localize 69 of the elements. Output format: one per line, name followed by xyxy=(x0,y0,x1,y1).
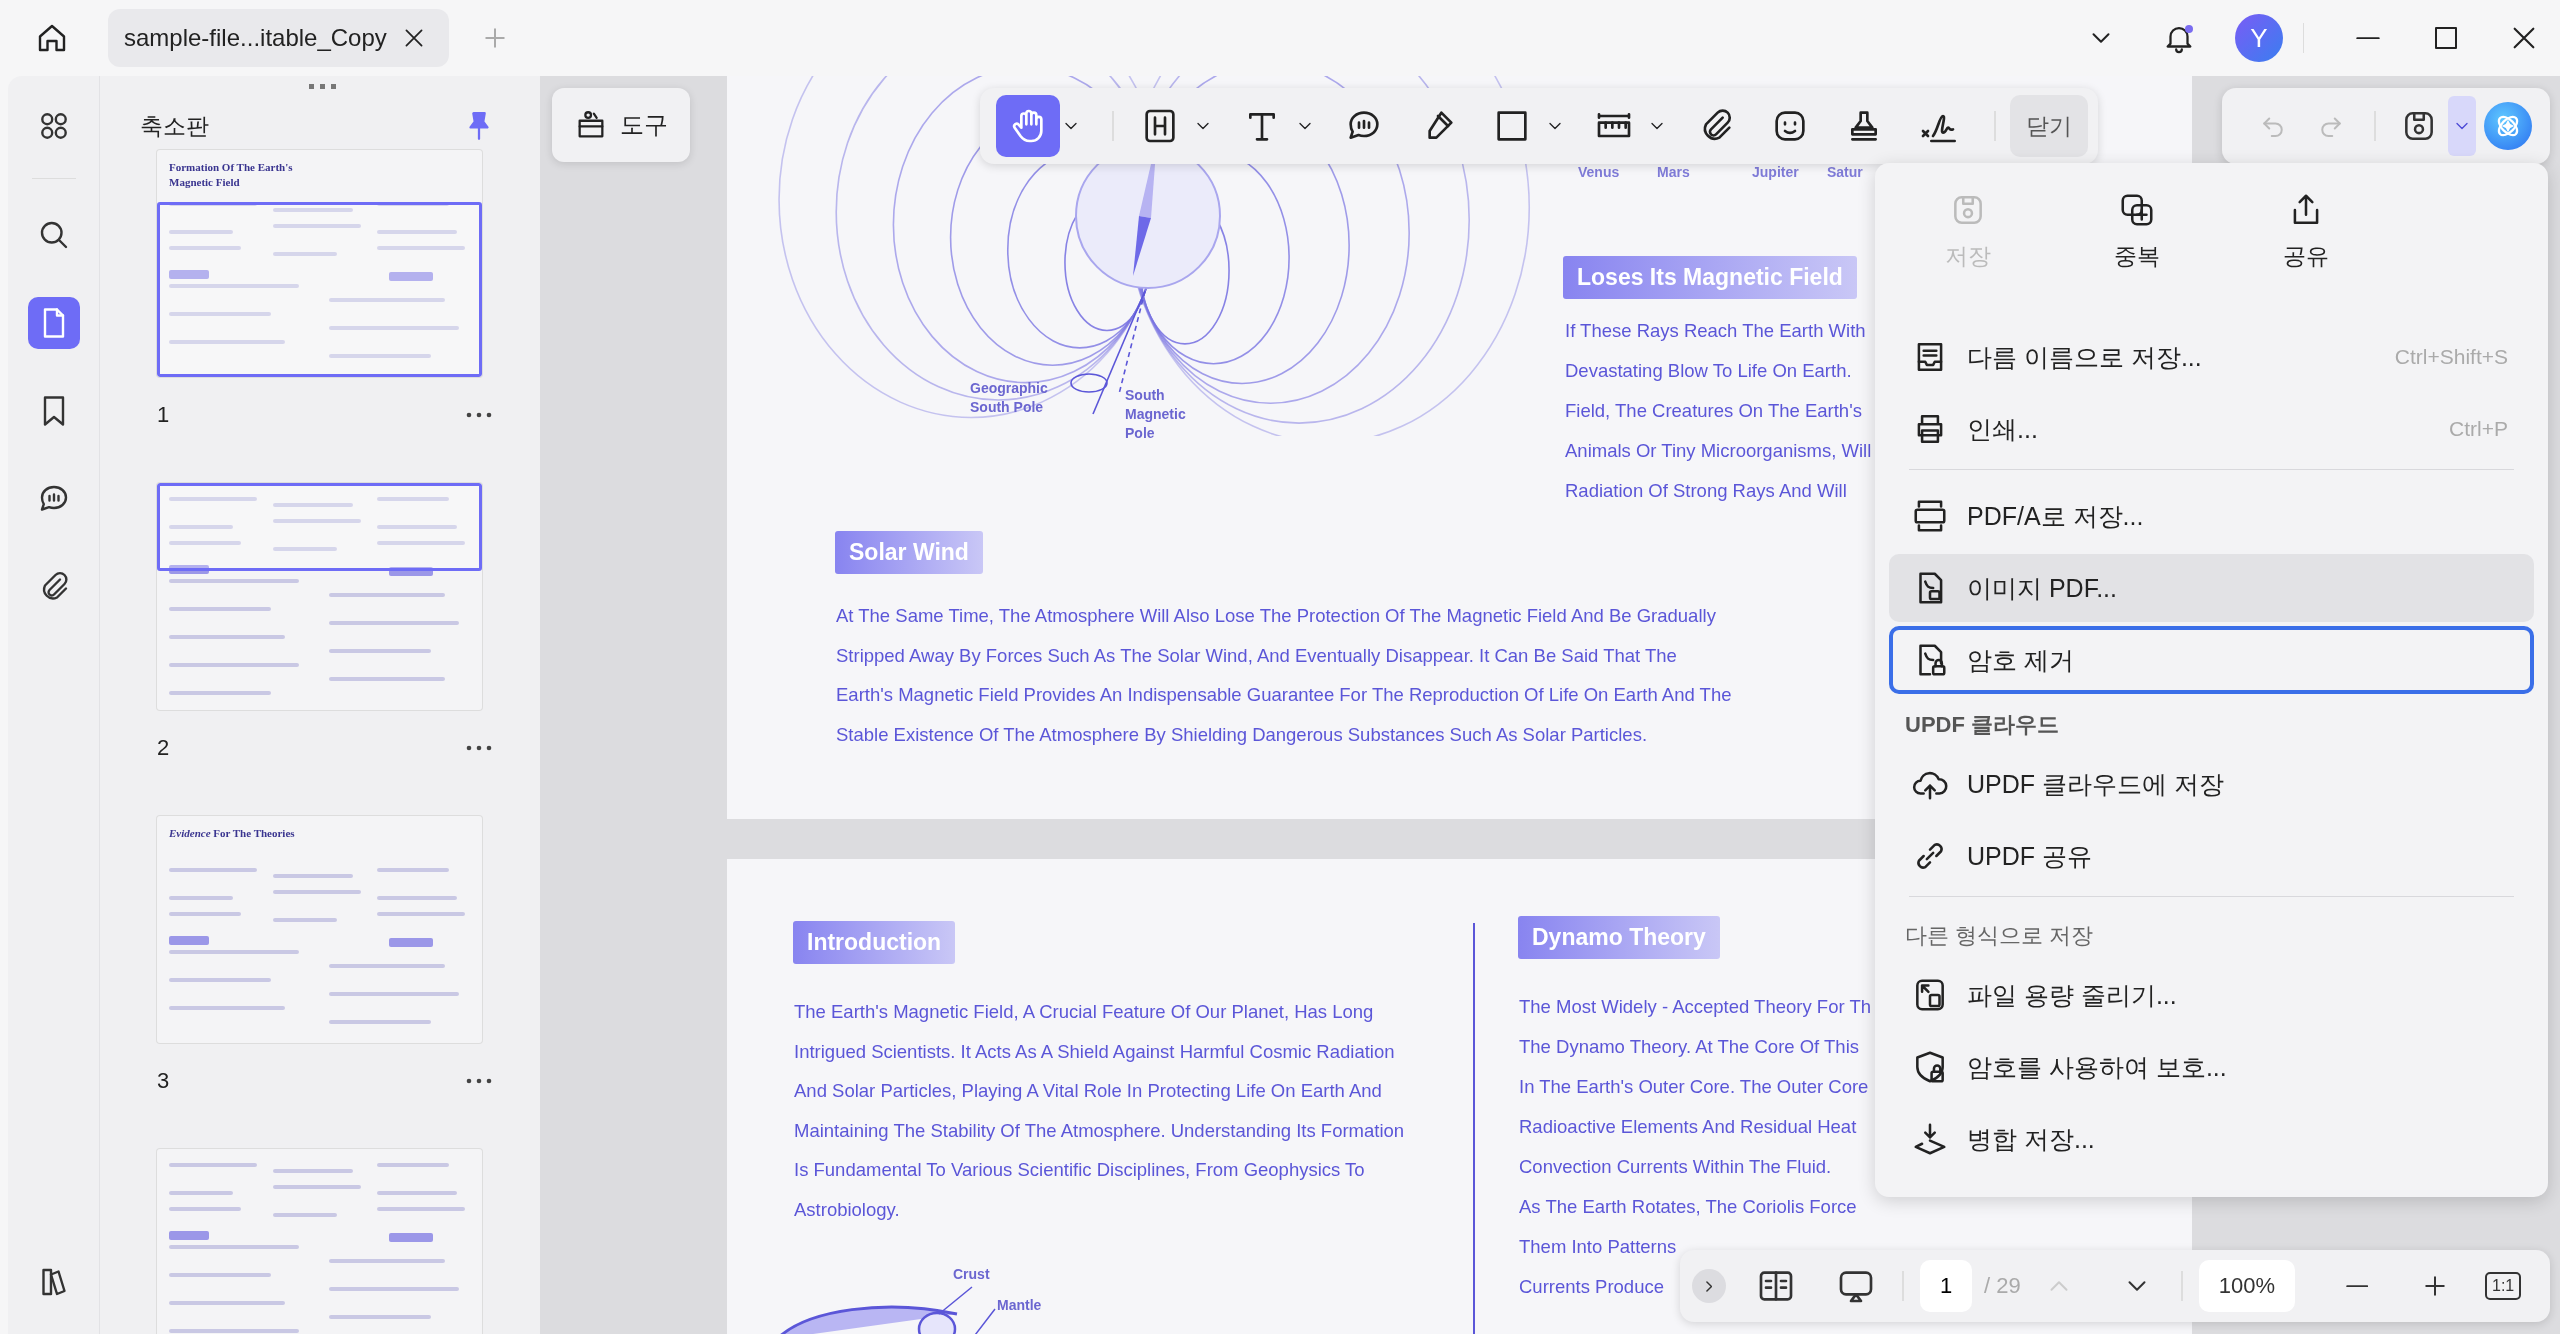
paragraph: The Earth's Magnetic Field, A Crucial Feature Of Our Planet, Has Long Intrigued Scientists. It Acts As A Shield Against Harmful Cosmic Radiation And Solar Particles, Playing A Vital Role In Protecting Life On Earth And Maintaining The Stability Of The Atmosphere. Understanding Its Formation Is Fundamental To Various Scientific Disciplines, From Geophysics To Astrobiology. xyxy=(794,1000,1406,1222)
document-icon xyxy=(1911,497,1949,535)
paragraph-line: The Dynamo Theory. At The Core Of This xyxy=(1519,1036,1859,1058)
page-number: 1 xyxy=(157,402,171,428)
paragraph-line: Currents Produce xyxy=(1519,1276,1664,1298)
close-button[interactable]: 닫기 xyxy=(2010,95,2088,157)
diagram-label: Geographic South Pole xyxy=(970,379,1049,417)
zoom-out-icon xyxy=(2345,1284,2369,1288)
page-number: 2 xyxy=(157,735,171,761)
menu-item[interactable]: 이미지 PDF... xyxy=(1889,554,2534,622)
planet-label: Jupiter xyxy=(1752,164,1799,180)
diagram-label: Mantle xyxy=(997,1296,1042,1315)
paragraph-line: Field, The Creatures On The Earth's xyxy=(1565,400,1862,422)
more-icon[interactable] xyxy=(466,745,492,751)
panel-title: 축소판 xyxy=(140,111,210,141)
minimize-icon xyxy=(2356,36,2380,40)
menu-action[interactable]: 중복 xyxy=(2052,173,2221,313)
assistant-button[interactable] xyxy=(2484,102,2532,150)
paragraph-line: Animals Or Tiny Microorganisms, Will xyxy=(1565,440,1872,462)
menu-item[interactable]: UPDF 공유 xyxy=(1889,822,2534,890)
menu-action[interactable]: 공유 xyxy=(2221,173,2390,313)
menu-item[interactable]: UPDF 클라우드에 저장 xyxy=(1889,750,2534,818)
section-heading: Dynamo Theory xyxy=(1518,916,1720,959)
section-header: 다른 형식으로 저장 xyxy=(1904,922,2095,950)
more-icon[interactable] xyxy=(466,412,492,418)
planet-label: Venus xyxy=(1578,164,1620,180)
paragraph-line: As The Earth Rotates, The Coriolis Force xyxy=(1519,1196,1857,1218)
section-heading: Introduction xyxy=(793,921,956,964)
paragraph-line: The Most Widely - Accepted Theory For Th xyxy=(1519,996,1871,1018)
page-thumbnail[interactable]: Formation Of The Earth's Magnetic Field xyxy=(157,150,482,377)
page-thumbnail[interactable]: Evidence For The Theories xyxy=(157,816,482,1043)
paragraph-line: In The Earth's Outer Core. The Outer Core xyxy=(1519,1076,1869,1098)
menu-item[interactable]: 다름 이름으로 저장... Ctrl+Shift+S xyxy=(1889,323,2534,391)
paragraph-line: Devastating Blow To Life On Earth. xyxy=(1565,360,1852,382)
actual-size-button[interactable]: 1:1 xyxy=(2485,1272,2522,1300)
page-thumbnail[interactable] xyxy=(157,483,482,710)
paragraph-line: Convection Currents Within The Fluid. xyxy=(1519,1156,1832,1178)
document-tab[interactable]: sample-file...itable_Copy xyxy=(108,9,449,67)
section-heading: Solar Wind xyxy=(835,531,983,574)
diagram-label: South Magnetic Pole xyxy=(1125,386,1187,443)
menu-item[interactable]: 인쇄... Ctrl+P xyxy=(1889,395,2534,463)
planet-label: Satur xyxy=(1827,164,1863,180)
planet-label: Mars xyxy=(1657,164,1690,180)
zoom-field[interactable]: 100% xyxy=(2198,1260,2295,1312)
paragraph: At The Same Time, The Atmosphere Will Also Lose The Protection Of The Magnetic Field And Be Gradually Stripped Away By Forces Such As The Solar Wind, And Eventually Disappear. It Can Be Said That The Earth's Magnetic Field Provides An Indispensable Guarantee For The Reproduction Of Life On Earth And The Stable Existence Of The Atmosphere By Shielding Dangerous Substances Such As Solar Particles. xyxy=(836,604,1733,747)
menu-item[interactable]: 암호 제거 xyxy=(1889,626,2534,694)
menu-item[interactable]: 파일 용량 줄리기... xyxy=(1889,961,2534,1029)
paragraph-line: Them Into Patterns xyxy=(1519,1236,1677,1258)
menu-item[interactable]: 병합 저장... xyxy=(1889,1105,2534,1173)
section-header: UPDF 클라우드 xyxy=(1904,711,2060,739)
paragraph-line: Radiation Of Strong Rays And Will xyxy=(1565,480,1847,502)
more-icon[interactable] xyxy=(466,1078,492,1084)
paragraph-line: If These Rays Reach The Earth With xyxy=(1565,320,1866,342)
page-total: / 29 xyxy=(1984,1273,2021,1299)
page-heading: Evidence For The Theories xyxy=(169,826,296,841)
tools-button[interactable]: 도구 xyxy=(552,88,690,162)
section-heading: Loses Its Magnetic Field xyxy=(1563,256,1857,299)
expand-button[interactable] xyxy=(1692,1269,1726,1303)
drag-handle-icon[interactable] xyxy=(308,84,338,90)
page-heading: Formation Of The Earth's Magnetic Field xyxy=(169,160,294,190)
menu-item[interactable]: 암호를 사용하여 보호... xyxy=(1889,1033,2534,1101)
page-number: 3 xyxy=(157,1068,171,1094)
menu-item[interactable]: PDF/A로 저장... xyxy=(1889,482,2534,550)
page-field[interactable]: 1 xyxy=(1920,1260,1972,1312)
save-menu-toggle[interactable] xyxy=(2448,96,2476,156)
chevron-icon xyxy=(1705,1280,1713,1292)
paragraph-line: Radioactive Elements And Residual Heat xyxy=(1519,1116,1857,1138)
avatar[interactable]: Y xyxy=(2235,14,2283,62)
diagram-label: Crust xyxy=(953,1265,990,1284)
